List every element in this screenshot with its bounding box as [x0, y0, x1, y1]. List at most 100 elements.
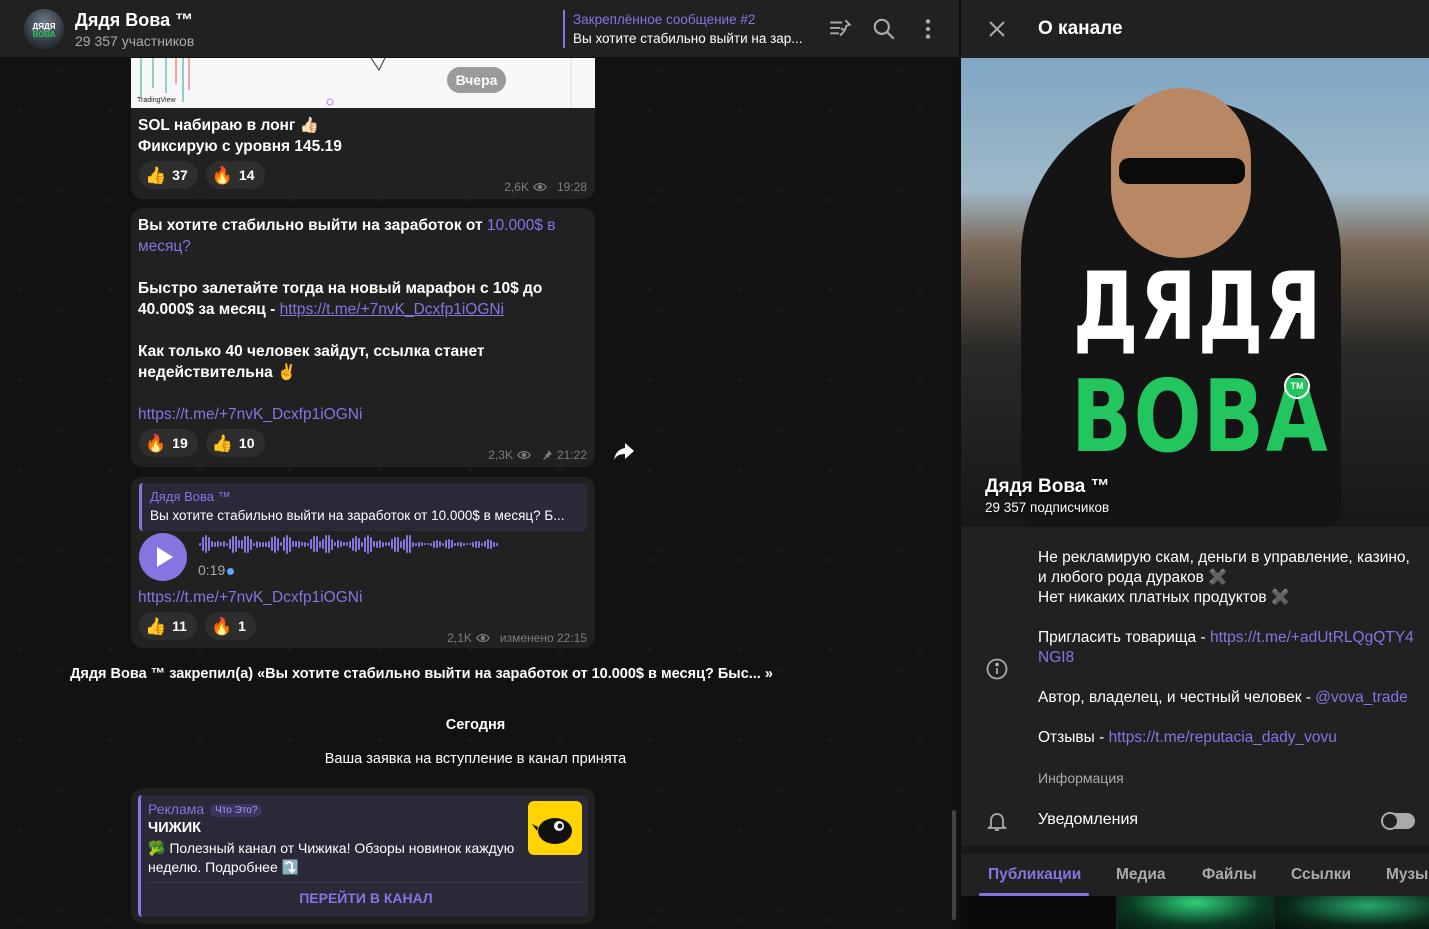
waveform-bar: [406, 535, 408, 553]
waveform-bar: [235, 536, 237, 552]
waveform-bar: [373, 541, 375, 547]
channel-cover-photo[interactable]: ДЯДЯ ВОВА TM Дядя Вова ™ 29 357 подписчи…: [961, 58, 1429, 527]
waveform-bar: [298, 540, 300, 548]
eye-icon: [517, 450, 531, 460]
reaction-fire[interactable]: 🔥 14: [205, 161, 265, 189]
waveform-bar: [256, 540, 258, 548]
waveform-bar: [268, 540, 270, 548]
waveform-bar: [349, 540, 351, 548]
chat-scrollbar[interactable]: [952, 810, 956, 920]
waveform-bar: [247, 535, 249, 553]
waveform-bar: [313, 536, 315, 552]
waveform-bar: [448, 539, 450, 549]
message-time: 19:28: [556, 180, 587, 194]
reaction-fire[interactable]: 🔥 19: [139, 429, 198, 457]
waveform-bar: [304, 541, 306, 547]
channel-title[interactable]: Дядя Вова ™: [75, 10, 193, 31]
cover-trademark: TM: [1284, 373, 1310, 399]
waveform-bar: [394, 536, 396, 552]
waveform-bar: [295, 541, 297, 547]
notifications-toggle[interactable]: [1381, 812, 1415, 830]
reaction-like[interactable]: 👍 10: [205, 429, 265, 457]
message-meta: 2,1K изменено 22:15: [447, 631, 587, 645]
search-icon[interactable]: [871, 16, 897, 42]
reaction-fire[interactable]: 🔥 1: [204, 612, 256, 640]
waveform-bar: [220, 542, 222, 546]
waveform-bar: [364, 536, 366, 552]
waveform-bar: [208, 537, 210, 551]
waveform-bar: [463, 542, 465, 546]
desc-invite: Пригласить товарища - https://t.me/+adUt…: [1038, 629, 1414, 666]
message-meta: 2,3K 21:22: [488, 448, 587, 462]
channel-avatar[interactable]: ДЯДЯ ВОВА: [24, 9, 64, 49]
message-marathon[interactable]: Вы хотите стабильно выйти на заработок о…: [131, 208, 595, 467]
pin-icon: [542, 450, 552, 460]
reactions: 👍 11 🔥 1: [139, 612, 256, 640]
reaction-like[interactable]: 👍 37: [139, 161, 198, 189]
cover-glasses: [1119, 158, 1245, 184]
pinned-message-bar[interactable]: Закреплённое сообщение #2 Вы хотите стаб…: [563, 10, 813, 48]
reviews-link[interactable]: https://t.me/reputacia_dady_vovu: [1109, 729, 1337, 746]
unplayed-dot: [227, 567, 235, 575]
quote-text: Вы хотите стабильно выйти на заработок о…: [150, 508, 565, 523]
sponsored-message[interactable]: Реклама Что Это? ЧИЖИК 🥦 Полезный канал о…: [131, 788, 595, 924]
message-sol[interactable]: TradingView SOL набираю в лонг 👍🏻 Фиксир…: [131, 40, 595, 199]
marathon-link[interactable]: https://t.me/+7nvK_Dcxfp1iOGNi: [280, 301, 504, 318]
waveform-bar: [217, 541, 219, 547]
bell-icon: [986, 813, 1008, 831]
waveform-bar: [325, 535, 327, 553]
ad-label: Реклама Что Это?: [148, 801, 263, 817]
more-menu-icon[interactable]: [915, 16, 941, 42]
reaction-like[interactable]: 👍 11: [139, 612, 197, 640]
waveform-bar: [340, 541, 342, 547]
voice-link[interactable]: https://t.me/+7nvK_Dcxfp1iOGNi: [138, 587, 362, 608]
media-thumb[interactable]: [961, 896, 1116, 929]
waveform-bar: [214, 541, 216, 547]
views-count: 2,1K: [447, 631, 472, 645]
waveform-bar: [241, 539, 243, 549]
message-text-1: SOL набираю в лонг 👍🏻: [138, 117, 319, 134]
waveform-bar: [361, 541, 363, 547]
channel-description[interactable]: Не рекламирую скам, деньги в управление,…: [1038, 548, 1418, 748]
marathon-link-2[interactable]: https://t.me/+7nvK_Dcxfp1iOGNi: [138, 404, 362, 425]
waveform-bar: [409, 535, 411, 553]
author-link[interactable]: @vova_trade: [1315, 689, 1407, 706]
chart-image[interactable]: TradingView: [131, 58, 595, 108]
voice-waveform[interactable]: [199, 533, 498, 555]
media-thumb[interactable]: [1118, 896, 1273, 929]
go-to-channel-button[interactable]: ПЕРЕЙТИ В КАНАЛ: [141, 890, 591, 906]
pinned-notice[interactable]: Дядя Вова ™ закрепил(а) «Вы хотите стаби…: [0, 666, 901, 682]
tab-music[interactable]: Музы: [1386, 866, 1428, 884]
waveform-bar: [379, 540, 381, 548]
pinned-list-icon[interactable]: [827, 16, 853, 42]
date-pill-yesterday: Вчера: [447, 67, 506, 93]
waveform-bar: [388, 542, 390, 546]
waveform-bar: [415, 542, 417, 546]
waveform-bar: [454, 542, 456, 546]
tab-files[interactable]: Файлы: [1202, 866, 1256, 884]
waveform-bar: [484, 541, 486, 547]
tab-publications[interactable]: Публикации: [988, 866, 1081, 884]
waveform-bar: [334, 542, 336, 546]
share-button[interactable]: [607, 435, 641, 469]
waveform-bar: [223, 541, 225, 547]
notifications-label[interactable]: Уведомления: [1038, 811, 1138, 829]
media-thumb[interactable]: [1275, 896, 1429, 929]
tab-links[interactable]: Ссылки: [1291, 866, 1351, 884]
waveform-bar: [490, 539, 492, 549]
play-button[interactable]: [139, 533, 187, 581]
ad-what-is-this[interactable]: Что Это?: [210, 803, 263, 817]
waveform-bar: [337, 540, 339, 548]
chat-header[interactable]: ДЯДЯ ВОВА Дядя Вова ™ 29 357 участников …: [0, 0, 959, 58]
eye-icon: [533, 182, 547, 192]
close-icon[interactable]: [985, 17, 1009, 41]
bird-icon: [532, 818, 572, 844]
ad-logo[interactable]: [528, 801, 582, 855]
channel-info-panel: О канале ДЯДЯ ВОВА TM Дядя Вова ™ 29 357…: [960, 0, 1429, 929]
waveform-bar: [385, 542, 387, 546]
waveform-bar: [274, 535, 276, 553]
message-voice[interactable]: Дядя Вова ™ Вы хотите стабильно выйти на…: [131, 477, 595, 648]
tab-media[interactable]: Медиа: [1116, 866, 1166, 884]
reply-quote[interactable]: Дядя Вова ™ Вы хотите стабильно выйти на…: [139, 483, 587, 531]
views-count: 2,3K: [488, 448, 513, 462]
